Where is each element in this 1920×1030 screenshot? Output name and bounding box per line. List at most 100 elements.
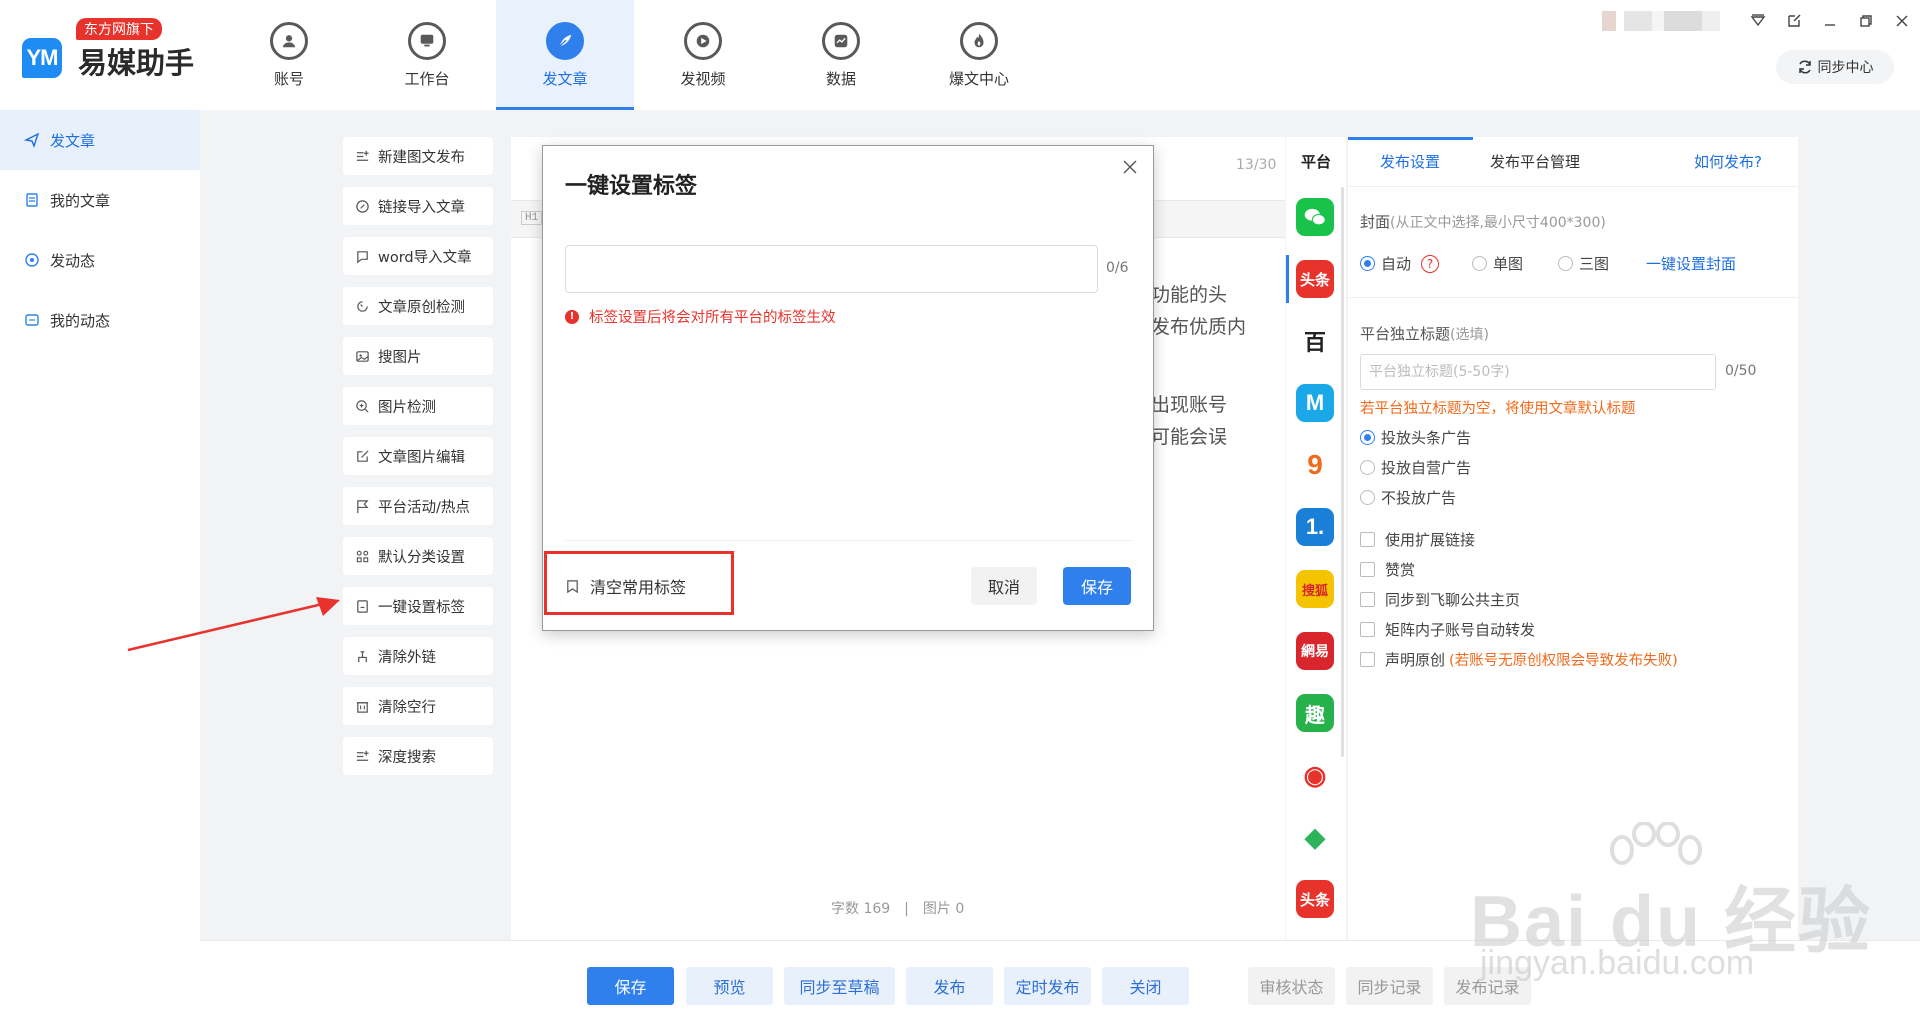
refresh-icon [357,300,368,312]
feedback-icon[interactable] [1776,8,1812,34]
preview-button[interactable]: 预览 [686,967,773,1005]
tool-clear-blank-lines[interactable]: 清除空行 [343,687,493,725]
sohu-icon[interactable]: 9 [1296,446,1334,484]
tool-image-check[interactable]: 图片检测 [343,387,493,425]
sidebar-item-my-moments[interactable]: 我的动态 [0,290,200,350]
compass-icon [25,253,39,267]
restore-icon[interactable] [1848,8,1884,34]
reward-checkbox[interactable]: 赞赏 [1360,559,1415,580]
tag-input[interactable] [565,245,1098,293]
wechat-icon[interactable] [1296,198,1334,236]
dropdown-icon[interactable] [1740,8,1776,34]
tool-label: 图片检测 [378,399,436,416]
tool-word-import[interactable]: word导入文章 [343,237,493,275]
nav-tab-account[interactable]: 账号 [220,0,358,110]
tool-new-article[interactable]: 新建图文发布 [343,137,493,175]
nav-tab-data[interactable]: 数据 [772,0,910,110]
schedule-publish-button[interactable]: 定时发布 [1004,967,1091,1005]
image-icon [356,350,369,362]
tool-label: 文章原创检测 [378,299,465,316]
dialog-cancel-button[interactable]: 取消 [971,567,1037,605]
tab-publish-settings[interactable]: 发布设置 [1380,151,1440,172]
yidian-icon[interactable]: 1. [1296,508,1334,546]
tool-label: 清除外链 [378,649,436,666]
tool-image-edit[interactable]: 文章图片编辑 [343,437,493,475]
sidebar-item-post-article[interactable]: 发文章 [0,110,200,170]
sidebar-item-my-articles[interactable]: 我的文章 [0,170,200,230]
radio-label: 投放头条广告 [1381,429,1472,447]
tag-warning: ! 标签设置后将会对所有平台的标签生效 [565,306,836,327]
platform-scrollbar[interactable] [1341,187,1344,757]
nav-tab-viral-center[interactable]: 爆文中心 [910,0,1048,110]
penguin-icon[interactable]: M [1296,384,1334,422]
help-icon[interactable]: ? [1421,254,1440,273]
tool-platform-events[interactable]: 平台活动/热点 [343,487,493,525]
cover-auto-radio[interactable]: 自动? [1360,253,1457,274]
active-tab-indicator [1348,137,1473,140]
toutiaohao-icon[interactable]: 头条 [1296,880,1334,918]
iqiyi-icon[interactable]: ◆ [1296,818,1334,856]
sync-draft-button[interactable]: 同步至草稿 [784,967,895,1005]
matrix-forward-checkbox[interactable]: 矩阵内子账号自动转发 [1360,619,1535,640]
publish-button[interactable]: 发布 [906,967,993,1005]
ext-link-checkbox[interactable]: 使用扩展链接 [1360,529,1475,550]
checkbox-box [1360,562,1375,577]
qutoutiao-icon[interactable]: 趣 [1296,694,1334,732]
monitor-icon [408,22,446,60]
nav-tab-label: 账号 [273,70,304,88]
sync-log-button[interactable]: 同步记录 [1346,967,1433,1005]
sidebar-item-post-moment[interactable]: 发动态 [0,230,200,290]
review-status-button[interactable]: 审核状态 [1248,967,1335,1005]
dialog-save-button[interactable]: 保存 [1063,567,1131,605]
save-button[interactable]: 保存 [587,967,674,1005]
one-click-cover-link[interactable]: 一键设置封面 [1646,253,1736,274]
publish-settings-panel: 发布设置 发布平台管理 如何发布? 封面(从正文中选择,最小尺寸400*300)… [1348,137,1798,940]
sync-center-button[interactable]: 同步中心 [1776,50,1894,84]
sohuhao-icon[interactable]: 搜狐 [1296,570,1334,608]
declare-original-checkbox[interactable]: 声明原创 (若账号无原创权限会导致发布失败) [1360,649,1678,670]
checkbox-box [1360,622,1375,637]
platform-header: 平台 [1300,153,1331,171]
netease-icon[interactable]: 網易 [1296,632,1334,670]
weibo-icon[interactable]: ◉ [1296,756,1334,794]
platform-title-input[interactable] [1360,354,1716,390]
tool-deep-search[interactable]: 深度搜索 [343,737,493,775]
ad-toutiao-radio[interactable]: 投放头条广告 [1360,427,1471,448]
nav-tab-post-article[interactable]: 发文章 [496,0,634,110]
list-plus-icon [356,150,369,161]
ad-none-radio[interactable]: 不投放广告 [1360,487,1456,508]
sidebar-item-label: 我的动态 [50,311,111,330]
tool-original-check[interactable]: 文章原创检测 [343,287,493,325]
toutiao-icon[interactable]: 头条 [1286,255,1334,303]
heading-tool[interactable]: H1 [521,211,543,225]
tool-link-import[interactable]: 链接导入文章 [343,187,493,225]
ad-self-radio[interactable]: 投放自营广告 [1360,457,1471,478]
baijiahao-icon[interactable]: 百 [1296,322,1334,360]
sync-feiliao-checkbox[interactable]: 同步到飞聊公共主页 [1360,589,1520,610]
grid-icon [356,550,369,562]
close-window-icon[interactable] [1884,8,1920,34]
clean-icon [358,650,367,662]
tool-clear-links[interactable]: 清除外链 [343,637,493,675]
cover-triple-radio[interactable]: 三图 [1558,253,1609,274]
tool-label: 平台活动/热点 [378,499,470,516]
close-button[interactable]: 关闭 [1102,967,1189,1005]
app-logo: 东方网旗下 YM 易媒助手 [22,18,202,88]
tool-search-image[interactable]: 搜图片 [343,337,493,375]
nav-tab-post-video[interactable]: 发视频 [634,0,772,110]
radio-label: 三图 [1579,255,1610,273]
cover-single-radio[interactable]: 单图 [1472,253,1523,274]
checkbox-label: 同步到飞聊公共主页 [1385,591,1521,609]
checkbox-label: 声明原创 [1385,651,1446,669]
close-icon[interactable] [1117,154,1143,180]
nav-tab-workbench[interactable]: 工作台 [358,0,496,110]
tab-platform-management[interactable]: 发布平台管理 [1490,151,1580,172]
how-to-publish-link[interactable]: 如何发布? [1694,151,1762,172]
tool-one-click-tags[interactable]: 一键设置标签 [343,587,493,625]
minimize-icon[interactable] [1812,8,1848,34]
tool-default-category[interactable]: 默认分类设置 [343,537,493,575]
stats-separator: | [904,901,909,917]
user-avatar-blurred[interactable] [1602,11,1720,31]
tool-label: 文章图片编辑 [378,449,465,466]
document-icon [26,193,38,207]
